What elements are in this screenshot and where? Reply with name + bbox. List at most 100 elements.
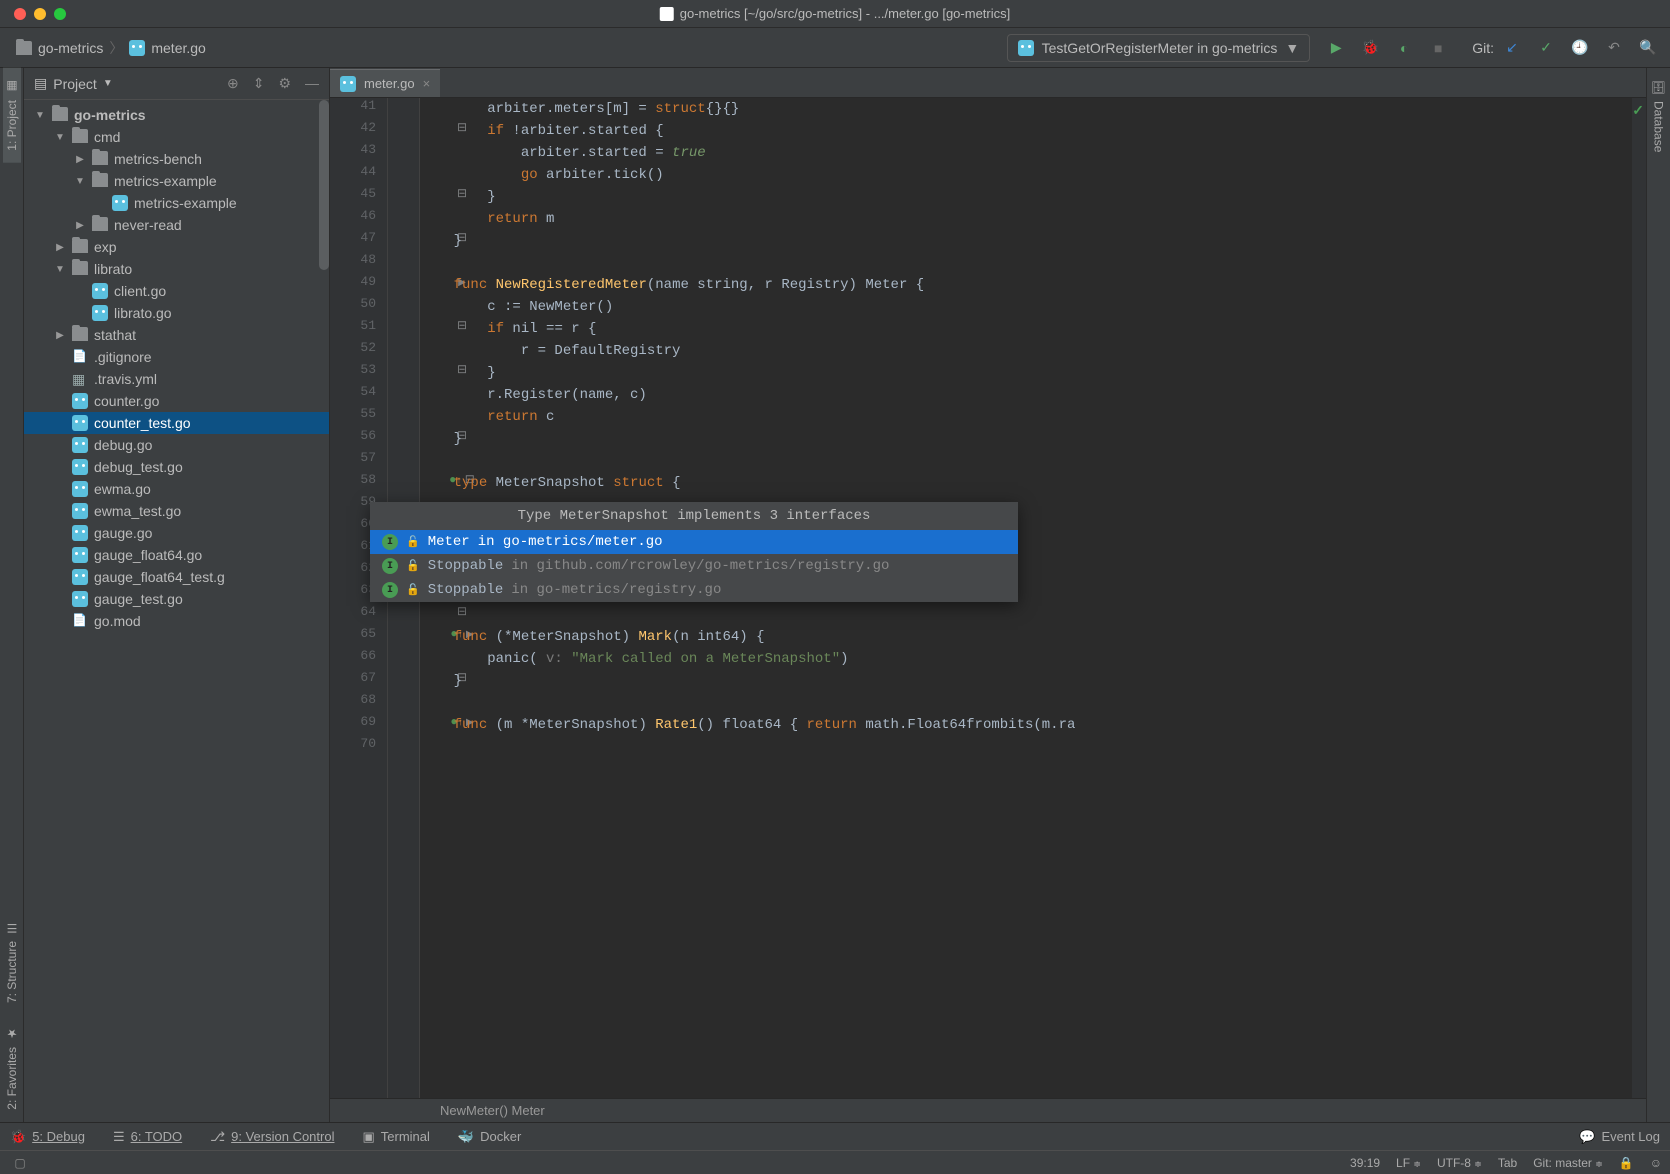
minimize-window-button[interactable] — [34, 8, 46, 20]
line-number[interactable]: 65 — [330, 626, 388, 641]
event-log-button[interactable]: 💬Event Log — [1579, 1129, 1660, 1145]
hector-icon[interactable]: ☺ — [1650, 1156, 1662, 1170]
tree-row[interactable]: ▼librato — [24, 258, 329, 280]
line-number[interactable]: 52 — [330, 340, 388, 355]
vcs-update-button[interactable]: ↙ — [1500, 36, 1524, 60]
line-ending[interactable]: LF ≑ — [1396, 1156, 1421, 1170]
line-number[interactable]: 51 — [330, 318, 388, 333]
tree-row[interactable]: gauge.go — [24, 522, 329, 544]
popup-item[interactable]: I🔓Stoppable in go-metrics/registry.go — [370, 578, 1018, 602]
vcs-history-button[interactable]: 🕘 — [1568, 36, 1592, 60]
line-number[interactable]: 41 — [330, 98, 388, 113]
file-encoding[interactable]: UTF-8 ≑ — [1437, 1156, 1482, 1170]
code-line[interactable]: return m — [420, 208, 1630, 230]
project-tree[interactable]: ▼go-metrics▼cmd▶metrics-bench▼metrics-ex… — [24, 100, 329, 1122]
structure-tool-tab[interactable]: 7: Structure ☰ — [3, 909, 21, 1015]
search-button[interactable]: 🔍 — [1636, 36, 1660, 60]
lock-icon[interactable]: 🔒 — [1619, 1156, 1634, 1170]
tool-windows-toggle[interactable]: ▢ — [8, 1151, 32, 1174]
code-line[interactable]: } — [420, 670, 1630, 692]
code-line[interactable]: } — [420, 230, 1630, 252]
line-number[interactable]: 58 — [330, 472, 388, 487]
code-line[interactable]: if !arbiter.started { — [420, 120, 1630, 142]
minimize-panel-button[interactable]: — — [305, 75, 319, 92]
tree-row[interactable]: ▦.travis.yml — [24, 368, 329, 390]
tree-row[interactable]: gauge_test.go — [24, 588, 329, 610]
line-number[interactable]: 49 — [330, 274, 388, 289]
expand-icon[interactable]: ⇕ — [253, 75, 265, 92]
line-number[interactable]: 46 — [330, 208, 388, 223]
code-line[interactable]: } — [420, 428, 1630, 450]
tree-row[interactable]: gauge_float64_test.g — [24, 566, 329, 588]
error-stripe[interactable]: ✓ — [1632, 98, 1646, 1098]
line-number[interactable]: 64 — [330, 604, 388, 619]
line-number[interactable]: 43 — [330, 142, 388, 157]
tree-row[interactable]: counter_test.go — [24, 412, 329, 434]
line-number[interactable]: 47 — [330, 230, 388, 245]
code-line[interactable]: } — [420, 186, 1630, 208]
gear-icon[interactable]: ⚙ — [278, 75, 291, 92]
tree-row[interactable]: 📄go.mod — [24, 610, 329, 632]
code-line[interactable]: panic( v: "Mark called on a MeterSnapsho… — [420, 648, 1630, 670]
code-line[interactable]: } — [420, 362, 1630, 384]
run-button[interactable]: ▶ — [1324, 36, 1348, 60]
vcs-tool-button[interactable]: ⎇9: Version Control — [210, 1129, 334, 1145]
stop-button[interactable]: ■ — [1426, 36, 1450, 60]
code-area[interactable]: 4142434445464748495051525354555657585960… — [330, 98, 1646, 1098]
implements-popup[interactable]: Type MeterSnapshot implements 3 interfac… — [370, 502, 1018, 602]
tree-row[interactable]: 📄.gitignore — [24, 346, 329, 368]
terminal-tool-button[interactable]: ▣Terminal — [362, 1129, 429, 1145]
tree-row[interactable]: ▼go-metrics — [24, 104, 329, 126]
zoom-window-button[interactable] — [54, 8, 66, 20]
tree-row[interactable]: ▼metrics-example — [24, 170, 329, 192]
close-window-button[interactable] — [14, 8, 26, 20]
line-number[interactable]: 68 — [330, 692, 388, 707]
database-tool-tab[interactable]: 🗄 Database — [1650, 68, 1668, 165]
code-line[interactable]: func (*MeterSnapshot) Mark(n int64) { — [420, 626, 1630, 648]
target-icon[interactable]: ⊕ — [227, 75, 239, 92]
close-tab-button[interactable]: × — [423, 76, 431, 91]
code-line[interactable]: if nil == r { — [420, 318, 1630, 340]
project-tool-tab[interactable]: 1: Project ▦ — [3, 68, 21, 163]
tree-row[interactable]: ▶metrics-bench — [24, 148, 329, 170]
tree-row[interactable]: client.go — [24, 280, 329, 302]
debug-tool-button[interactable]: 🐞5: Debug — [10, 1129, 85, 1145]
favorites-tool-tab[interactable]: 2: Favorites ★ — [3, 1015, 21, 1122]
todo-tool-button[interactable]: ☰6: TODO — [113, 1129, 182, 1145]
git-branch[interactable]: Git: master ≑ — [1533, 1156, 1603, 1170]
project-title[interactable]: Project — [53, 76, 97, 92]
cursor-position[interactable]: 39:19 — [1350, 1156, 1380, 1170]
run-configuration-combo[interactable]: TestGetOrRegisterMeter in go-metrics ▼ — [1007, 34, 1311, 62]
code-line[interactable]: r.Register(name, c) — [420, 384, 1630, 406]
tree-row[interactable]: debug.go — [24, 434, 329, 456]
line-number[interactable]: 54 — [330, 384, 388, 399]
line-number[interactable]: 50 — [330, 296, 388, 311]
editor-breadcrumb[interactable]: NewMeter() Meter — [330, 1098, 1646, 1122]
chevron-down-icon[interactable]: ▼ — [103, 78, 113, 89]
code-line[interactable]: arbiter.meters[m] = struct{}{} — [420, 98, 1630, 120]
tree-row[interactable]: ewma_test.go — [24, 500, 329, 522]
vcs-commit-button[interactable]: ✓ — [1534, 36, 1558, 60]
line-number[interactable]: 57 — [330, 450, 388, 465]
code-line[interactable]: arbiter.started = true — [420, 142, 1630, 164]
code-line[interactable]: go arbiter.tick() — [420, 164, 1630, 186]
tree-row[interactable]: ▶exp — [24, 236, 329, 258]
tree-row[interactable]: debug_test.go — [24, 456, 329, 478]
tree-row[interactable]: ▼cmd — [24, 126, 329, 148]
vcs-rollback-button[interactable]: ↶ — [1602, 36, 1626, 60]
popup-item[interactable]: I🔓Meter in go-metrics/meter.go — [370, 530, 1018, 554]
tree-row[interactable]: librato.go — [24, 302, 329, 324]
code-line[interactable]: r = DefaultRegistry — [420, 340, 1630, 362]
line-number[interactable]: 69 — [330, 714, 388, 729]
code-line[interactable]: return c — [420, 406, 1630, 428]
line-number[interactable]: 53 — [330, 362, 388, 377]
code-line[interactable]: type MeterSnapshot struct { — [420, 472, 1630, 494]
line-number[interactable]: 67 — [330, 670, 388, 685]
code-line[interactable]: func (m *MeterSnapshot) Rate1() float64 … — [420, 714, 1630, 736]
line-number[interactable]: 45 — [330, 186, 388, 201]
line-number[interactable]: 44 — [330, 164, 388, 179]
tree-row[interactable]: counter.go — [24, 390, 329, 412]
tree-row[interactable]: ewma.go — [24, 478, 329, 500]
line-number[interactable]: 48 — [330, 252, 388, 267]
code-line[interactable]: c := NewMeter() — [420, 296, 1630, 318]
